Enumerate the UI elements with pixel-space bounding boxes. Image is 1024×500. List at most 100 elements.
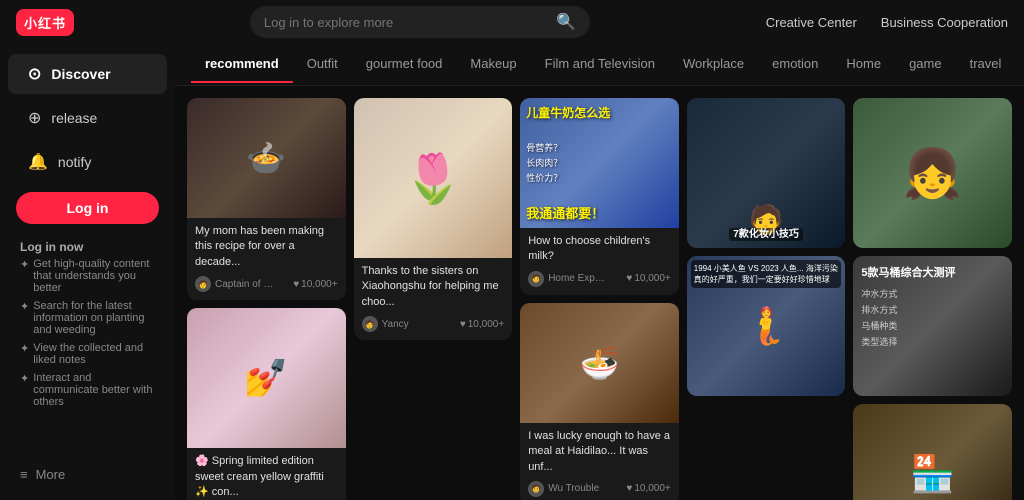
category-nav: recommend Outfit gourmet food Makeup Fil… [175, 44, 1024, 86]
card-2-title: 🌸 Spring limited edition sweet cream yel… [195, 454, 338, 500]
card-3[interactable]: 🌷 Thanks to the sisters on Xiaohongshu f… [354, 98, 513, 340]
cat-film[interactable]: Film and Television [531, 46, 669, 83]
feature-1: ✦ Get high-quality content that understa… [20, 258, 155, 294]
feature-3: ✦ View the collected and liked notes [20, 342, 155, 366]
card-6[interactable]: 🧑 7款化妆小技巧 [687, 98, 846, 248]
card-2[interactable]: 💅 🌸 Spring limited edition sweet cream y… [187, 308, 346, 500]
card-4-likes: ♥ 10,000+ [626, 273, 670, 284]
sidebar-label-notify: notify [58, 154, 91, 170]
heart-icon-5: ♥ [626, 483, 632, 494]
card-4-author-name: Home Expert Or... [548, 273, 608, 284]
heart-icon-3: ♥ [460, 319, 466, 330]
header-links: Creative Center Business Cooperation [766, 15, 1008, 30]
card-7-image: 🧜 1994 小美人鱼 VS 2023 人鱼... 海洋污染真的好严重，我们一定… [687, 256, 846, 396]
login-button[interactable]: Log in [16, 192, 159, 224]
login-features: ✦ Get high-quality content that understa… [0, 258, 175, 414]
cat-makeup[interactable]: Makeup [456, 46, 530, 83]
card-5-image: 🍜 [520, 303, 679, 423]
star-icon-3: ✦ [20, 342, 29, 355]
cat-game[interactable]: game [895, 46, 956, 83]
card-1-avatar: 🧑 [195, 276, 211, 292]
cat-workplace[interactable]: Workplace [669, 46, 758, 83]
card-1-author: 🧑 Captain of the F... [195, 276, 275, 292]
search-bar[interactable]: 🔍 [250, 6, 590, 38]
card-4-info: How to choose children's milk? 🧑 Home Ex… [520, 228, 679, 295]
card-8-image: 👧 [853, 98, 1012, 248]
card-10[interactable]: 🏪 SENA [853, 404, 1012, 500]
card-1-author-name: Captain of the F... [215, 279, 275, 290]
card-6-image: 🧑 7款化妆小技巧 [687, 98, 846, 248]
content-area: recommend Outfit gourmet food Makeup Fil… [175, 44, 1024, 500]
card-5[interactable]: 🍜 I was lucky enough to have a meal at H… [520, 303, 679, 500]
card-5-likes: ♥ 10,000+ [626, 483, 670, 494]
card-2-image: 💅 [187, 308, 346, 448]
card-4-meta: 🧑 Home Expert Or... ♥ 10,000+ [528, 271, 671, 287]
logo: 小红书 [16, 9, 74, 36]
more-icon: ≡ [20, 467, 28, 482]
search-icon[interactable]: 🔍 [556, 12, 576, 32]
card-1-image: 🍲 [187, 98, 346, 218]
card-9-image: 5款马桶综合大测评 冲水方式 排水方式 马桶种类 类型选择 [853, 256, 1012, 396]
card-1-info: My mom has been making this recipe for o… [187, 218, 346, 300]
card-3-author-name: Yancy [382, 319, 409, 330]
card-10-image: 🏪 SENA [853, 404, 1012, 500]
main-layout: ⊙ Discover ⊕ release 🔔 notify Log in Log… [0, 44, 1024, 500]
sidebar: ⊙ Discover ⊕ release 🔔 notify Log in Log… [0, 44, 175, 500]
card-4-author: 🧑 Home Expert Or... [528, 271, 608, 287]
card-5-info: I was lucky enough to have a meal at Hai… [520, 423, 679, 500]
header: 小红书 🔍 Creative Center Business Cooperati… [0, 0, 1024, 44]
card-5-author: 🧑 Wu Trouble [528, 481, 599, 497]
cat-fitness[interactable]: fitness [1015, 46, 1024, 83]
cat-recommend[interactable]: recommend [191, 46, 293, 83]
card-4-title: How to choose children's milk? [528, 234, 671, 265]
business-cooperation-link[interactable]: Business Cooperation [881, 15, 1008, 30]
card-2-info: 🌸 Spring limited edition sweet cream yel… [187, 448, 346, 500]
cat-travel[interactable]: travel [956, 46, 1016, 83]
card-7[interactable]: 🧜 1994 小美人鱼 VS 2023 人鱼... 海洋污染真的好严重，我们一定… [687, 256, 846, 396]
card-1-meta: 🧑 Captain of the F... ♥ 10,000+ [195, 276, 338, 292]
card-3-meta: 🧑 Yancy ♥ 10,000+ [362, 316, 505, 332]
star-icon: ✦ [20, 258, 29, 271]
sidebar-label-discover: Discover [51, 66, 110, 82]
card-4-avatar: 🧑 [528, 271, 544, 287]
cat-gourmet[interactable]: gourmet food [352, 46, 457, 83]
card-9[interactable]: 5款马桶综合大测评 冲水方式 排水方式 马桶种类 类型选择 [853, 256, 1012, 396]
content-grid: 🍲 My mom has been making this recipe for… [175, 86, 1024, 500]
star-icon-4: ✦ [20, 372, 29, 385]
star-icon-2: ✦ [20, 300, 29, 313]
card-5-title: I was lucky enough to have a meal at Hai… [528, 429, 671, 475]
search-input[interactable] [264, 15, 548, 30]
feature-2: ✦ Search for the latest information on p… [20, 300, 155, 336]
card-5-avatar: 🧑 [528, 481, 544, 497]
notify-icon: 🔔 [28, 152, 48, 172]
card-1[interactable]: 🍲 My mom has been making this recipe for… [187, 98, 346, 300]
card-3-author: 🧑 Yancy [362, 316, 409, 332]
sidebar-item-release[interactable]: ⊕ release [8, 98, 167, 138]
card-3-title: Thanks to the sisters on Xiaohongshu for… [362, 264, 505, 310]
card-5-author-name: Wu Trouble [548, 483, 599, 494]
login-now-label: Log in now [0, 232, 175, 258]
heart-icon-1: ♥ [293, 279, 299, 290]
cat-home[interactable]: Home [832, 46, 895, 83]
cat-emotion[interactable]: emotion [758, 46, 832, 83]
sidebar-more[interactable]: ≡ More [0, 457, 175, 492]
card-1-title: My mom has been making this recipe for o… [195, 224, 338, 270]
card-3-likes: ♥ 10,000+ [460, 319, 504, 330]
sidebar-label-release: release [51, 110, 97, 126]
card-4-image: 儿童牛奶怎么选 骨营养？ 长肉肉？ 性价力？ 我通通都要！ [520, 98, 679, 228]
card-5-meta: 🧑 Wu Trouble ♥ 10,000+ [528, 481, 671, 497]
sidebar-item-discover[interactable]: ⊙ Discover [8, 54, 167, 94]
discover-icon: ⊙ [28, 64, 41, 84]
creative-center-link[interactable]: Creative Center [766, 15, 857, 30]
card-3-image: 🌷 [354, 98, 513, 258]
card-8[interactable]: 👧 [853, 98, 1012, 248]
sidebar-item-notify[interactable]: 🔔 notify [8, 142, 167, 182]
card-3-info: Thanks to the sisters on Xiaohongshu for… [354, 258, 513, 340]
release-icon: ⊕ [28, 108, 41, 128]
heart-icon-4: ♥ [626, 273, 632, 284]
card-1-likes: ♥ 10,000+ [293, 279, 337, 290]
cat-outfit[interactable]: Outfit [293, 46, 352, 83]
card-3-avatar: 🧑 [362, 316, 378, 332]
feature-4: ✦ Interact and communicate better with o… [20, 372, 155, 408]
card-4[interactable]: 儿童牛奶怎么选 骨营养？ 长肉肉？ 性价力？ 我通通都要！ How to cho… [520, 98, 679, 295]
